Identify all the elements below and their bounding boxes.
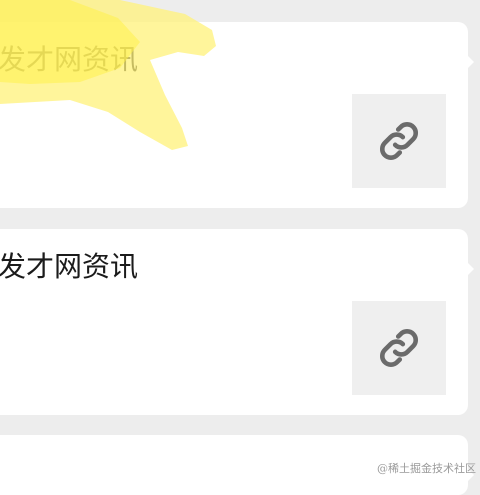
watermark: @稀土掘金技术社区 bbox=[377, 462, 476, 475]
link-thumbnail[interactable] bbox=[352, 301, 446, 395]
card-notch bbox=[468, 263, 474, 275]
link-icon bbox=[376, 118, 422, 164]
link-icon bbox=[376, 325, 422, 371]
card-title: 发才网资讯 bbox=[0, 250, 139, 283]
feed-card[interactable]: 发才网资讯 bbox=[0, 229, 474, 415]
card-notch bbox=[468, 56, 474, 68]
feed-card[interactable]: 发才网资讯 bbox=[0, 22, 474, 208]
card-title: 发才网资讯 bbox=[0, 43, 139, 76]
link-thumbnail[interactable] bbox=[352, 94, 446, 188]
